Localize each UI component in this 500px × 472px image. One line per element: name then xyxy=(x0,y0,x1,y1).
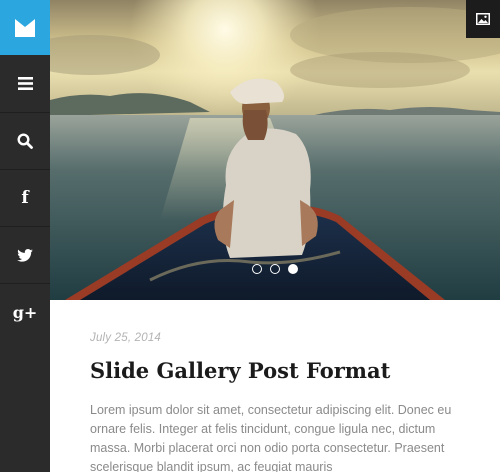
search-button[interactable] xyxy=(0,112,50,169)
image-icon xyxy=(476,13,490,25)
twitter-icon xyxy=(17,248,33,262)
menu-button[interactable] xyxy=(0,55,50,112)
post-title[interactable]: Slide Gallery Post Format xyxy=(90,358,390,383)
post-card: July 25, 2014 Slide Gallery Post Format … xyxy=(50,300,500,472)
post-date[interactable]: July 25, 2014 xyxy=(90,332,161,344)
slider-dot-3[interactable] xyxy=(288,264,298,274)
hero-slider[interactable] xyxy=(50,0,500,300)
slider-dots xyxy=(50,264,500,274)
slider-dot-1[interactable] xyxy=(252,264,262,274)
google-plus-icon: g+ xyxy=(12,302,38,322)
post-format-badge xyxy=(466,0,500,38)
google-plus-link[interactable]: g+ xyxy=(0,283,50,340)
sidebar: f g+ xyxy=(0,0,50,472)
facebook-link[interactable]: f xyxy=(0,169,50,226)
m-logo-icon xyxy=(15,18,35,37)
menu-icon xyxy=(17,77,33,90)
app: f g+ July 25, 2014 Slide Gallery Post Fo… xyxy=(0,0,500,472)
facebook-icon: f xyxy=(21,188,29,208)
post-excerpt: Lorem ipsum dolor sit amet, consectetur … xyxy=(90,403,452,472)
search-icon xyxy=(17,133,33,149)
twitter-link[interactable] xyxy=(0,226,50,283)
slider-dot-2[interactable] xyxy=(270,264,280,274)
hero-image xyxy=(50,0,500,300)
site-logo[interactable] xyxy=(0,0,50,55)
